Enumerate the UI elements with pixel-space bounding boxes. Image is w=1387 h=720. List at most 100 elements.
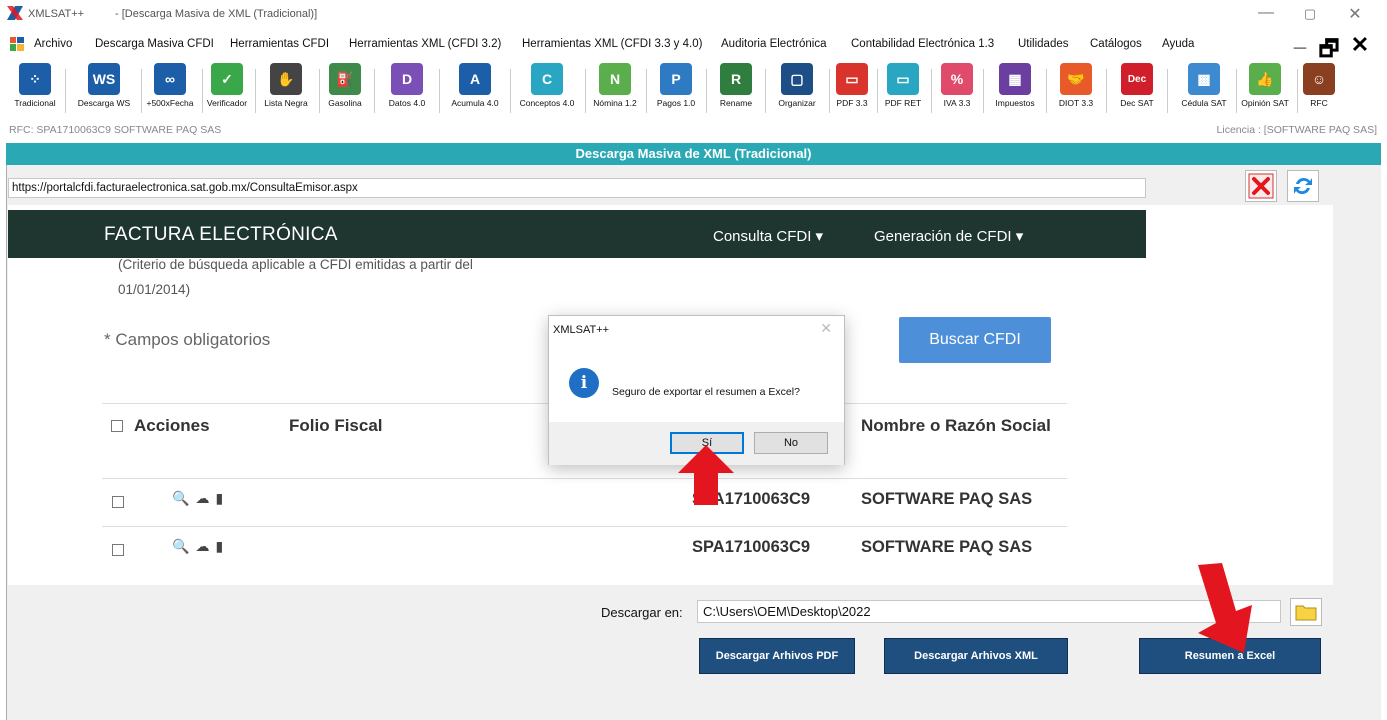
file-icon[interactable]: ▮ xyxy=(215,538,223,555)
menu-herramientas-cfdi[interactable]: Herramientas CFDI xyxy=(230,38,329,50)
toolbar-button-impuestos[interactable]: ▦ Impuestos xyxy=(987,63,1043,115)
download-pdf-button[interactable]: Descargar Arhivos PDF xyxy=(699,638,855,674)
browse-folder-button[interactable] xyxy=(1290,598,1322,626)
person-icon: ☺ xyxy=(1303,63,1335,95)
row-checkbox[interactable] xyxy=(112,496,124,508)
toolbar-button-pdf-ret[interactable]: ▭ PDF RET xyxy=(878,63,928,115)
nav-consulta-cfdi[interactable]: Consulta CFDI ▾ xyxy=(713,227,823,245)
download-xml-button[interactable]: Descargar Arhivos XML xyxy=(884,638,1068,674)
file-icon[interactable]: ▮ xyxy=(215,490,223,507)
thumbs-up-icon: 👍 xyxy=(1249,63,1281,95)
cancel-red-x-button[interactable] xyxy=(1245,170,1277,202)
zoom-icon[interactable]: 🔍 xyxy=(172,538,189,555)
toolbar-button-iva-3-3[interactable]: % IVA 3.3 xyxy=(934,63,980,115)
toolbar-button-label: Cédula SAT xyxy=(1181,98,1227,108)
toolbar-separator xyxy=(1167,69,1168,113)
toolbar-button-tradicional[interactable]: ⁘ Tradicional xyxy=(8,63,62,115)
toolbar-button-gasolina[interactable]: ⛽ Gasolina xyxy=(319,63,371,115)
toolbar-separator xyxy=(765,69,766,113)
toolbar-button-500xfecha[interactable]: ∞ +500xFecha xyxy=(141,63,199,115)
status-info-line: RFC: SPA1710063C9 SOFTWARE PAQ SAS Licen… xyxy=(0,120,1387,142)
table-row-divider xyxy=(102,526,1067,527)
cloud-download-icon[interactable]: ☁ xyxy=(195,490,209,507)
rfc-label: RFC: SPA1710063C9 SOFTWARE PAQ SAS xyxy=(9,124,222,136)
nav-generacion-cfdi[interactable]: Generación de CFDI ▾ xyxy=(874,227,1023,245)
table-row-actions: 🔍 ☁ ▮ xyxy=(172,490,223,507)
fuel-pump-icon: ⛽ xyxy=(329,63,361,95)
menu-catalogos[interactable]: Catálogos xyxy=(1090,38,1142,50)
toolbar-button-label: +500xFecha xyxy=(146,98,194,108)
row-name: SOFTWARE PAQ SAS xyxy=(861,490,1033,508)
toolbar: ⁘ Tradicional WS Descarga WS ∞ +500xFecha ✓ Ver… xyxy=(6,61,1381,116)
dialog-message: Seguro de exportar el resumen a Excel? xyxy=(612,386,800,398)
percent-icon: % xyxy=(941,63,973,95)
toolbar-button-label: Verificador xyxy=(206,98,248,108)
mdi-close-button[interactable]: ✕ xyxy=(1347,32,1373,58)
row-checkbox[interactable] xyxy=(112,544,124,556)
toolbar-button-datos-4-0[interactable]: D Datos 4.0 xyxy=(378,63,436,115)
menu-ayuda[interactable]: Ayuda xyxy=(1162,38,1194,50)
toolbar-button-label: Lista Negra xyxy=(264,98,308,108)
toolbar-button-acumula-4-0[interactable]: A Acumula 4.0 xyxy=(443,63,507,115)
window-minimize-button[interactable]: — xyxy=(1253,4,1279,22)
dialog-close-button[interactable]: ✕ xyxy=(820,320,832,337)
red-x-icon xyxy=(1248,173,1274,199)
menu-auditoria[interactable]: Auditoria Electrónica xyxy=(721,38,826,50)
d-file-icon: D xyxy=(391,63,423,95)
column-nombre: Nombre o Razón Social xyxy=(861,416,1051,435)
window-restore-button[interactable]: ▢ xyxy=(1297,6,1323,22)
info-icon: i xyxy=(569,368,599,398)
menu-descarga-masiva[interactable]: Descarga Masiva CFDI xyxy=(95,38,214,50)
toolbar-button-label: Gasolina xyxy=(328,98,362,108)
toolbar-separator xyxy=(983,69,984,113)
select-all-checkbox[interactable] xyxy=(111,420,123,432)
cloud-download-icon[interactable]: ☁ xyxy=(195,538,209,555)
toolbar-separator xyxy=(1106,69,1107,113)
dialog-no-button[interactable]: No xyxy=(754,432,828,454)
search-criteria-date: 01/01/2014) xyxy=(118,282,191,297)
toolbar-button-conceptos-4-0[interactable]: C Conceptos 4.0 xyxy=(512,63,582,115)
toolbar-button-pdf-3-3[interactable]: ▭ PDF 3.3 xyxy=(830,63,874,115)
toolbar-button-label: PDF 3.3 xyxy=(836,98,868,108)
toolbar-button-verificador[interactable]: ✓ Verificador xyxy=(202,63,252,115)
xmlsat-logo-icon xyxy=(7,6,23,20)
toolbar-button-label: Descarga WS xyxy=(77,98,131,108)
toolbar-button-label: Dec SAT xyxy=(1120,98,1154,108)
toolbar-button-opini-n-sat[interactable]: 👍 Opinión SAT xyxy=(1236,63,1294,115)
toolbar-button-c-dula-sat[interactable]: ▩ Cédula SAT xyxy=(1175,63,1233,115)
toolbar-button-rename[interactable]: R Rename xyxy=(710,63,762,115)
toolbar-button-dec-sat[interactable]: Dec Dec SAT xyxy=(1110,63,1164,115)
zoom-icon[interactable]: 🔍 xyxy=(172,490,189,507)
url-field[interactable]: https://portalcfdi.facturaelectronica.sa… xyxy=(8,178,1146,198)
ws-icon: WS xyxy=(88,63,120,95)
refresh-button[interactable] xyxy=(1287,170,1319,202)
toolbar-button-label: Datos 4.0 xyxy=(388,98,426,108)
toolbar-button-lista-negra[interactable]: ✋ Lista Negra xyxy=(256,63,316,115)
menu-herramientas-xml-33-40[interactable]: Herramientas XML (CFDI 3.3 y 4.0) xyxy=(522,38,702,50)
buscar-cfdi-button[interactable]: Buscar CFDI xyxy=(899,317,1051,363)
toolbar-separator xyxy=(374,69,375,113)
menu-herramientas-xml-32[interactable]: Herramientas XML (CFDI 3.2) xyxy=(349,38,501,50)
document-title: - [Descarga Masiva de XML (Tradicional)] xyxy=(115,8,318,20)
window-close-button[interactable]: ✕ xyxy=(1342,4,1368,24)
required-fields-note: * Campos obligatorios xyxy=(104,330,271,349)
row-rfc: SPA1710063C9 xyxy=(692,538,811,556)
search-criteria-note: (Criterio de búsqueda aplicable a CFDI e… xyxy=(118,257,473,272)
toolbar-button-rfc[interactable]: ☺ RFC xyxy=(1297,63,1341,115)
toolbar-button-label: Acumula 4.0 xyxy=(451,98,499,108)
mdi-minimize-button[interactable]: _ xyxy=(1287,26,1313,52)
toolbar-button-pagos-1-0[interactable]: P Pagos 1.0 xyxy=(649,63,703,115)
toolbar-button-n-mina-1-2[interactable]: N Nómina 1.2 xyxy=(587,63,643,115)
menu-utilidades[interactable]: Utilidades xyxy=(1018,38,1069,50)
menu-archivo[interactable]: Archivo xyxy=(34,38,72,50)
toolbar-button-organizar[interactable]: ▢ Organizar xyxy=(768,63,826,115)
r-file-icon: R xyxy=(720,63,752,95)
toolbar-button-diot-3-3[interactable]: 🤝 DIOT 3.3 xyxy=(1049,63,1103,115)
form-header-banner: Descarga Masiva de XML (Tradicional) xyxy=(6,143,1381,165)
portal-brand: FACTURA ELECTRÓNICA xyxy=(104,224,338,245)
portal-navbar: FACTURA ELECTRÓNICA Consulta CFDI ▾ Gene… xyxy=(8,210,1146,258)
column-acciones: Acciones xyxy=(134,416,210,435)
menu-contabilidad[interactable]: Contabilidad Electrónica 1.3 xyxy=(851,38,994,50)
toolbar-button-descarga-ws[interactable]: WS Descarga WS xyxy=(70,63,138,115)
red-arrow-up-icon xyxy=(678,445,734,505)
